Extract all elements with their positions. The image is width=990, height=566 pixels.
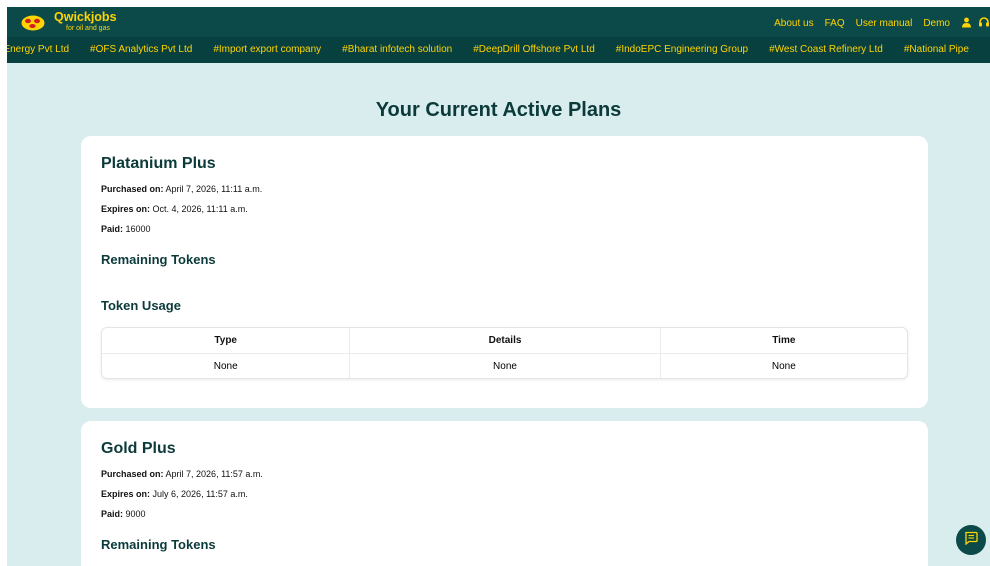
ticker-item[interactable]: #OFS Analytics Pvt Ltd	[90, 44, 192, 55]
ticker-item[interactable]: #West Coast Refinery Ltd	[769, 44, 883, 55]
purchased-value: April 7, 2026, 11:57 a.m.	[165, 469, 263, 479]
paid-row: Paid: 16000	[101, 224, 908, 234]
token-usage-table: Type Details Time None None None	[101, 327, 908, 379]
ticker-item[interactable]: #National Pipe	[904, 44, 969, 55]
expires-row: Expires on: Oct. 4, 2026, 11:11 a.m.	[101, 204, 908, 214]
chat-button[interactable]	[956, 525, 986, 555]
expires-label: Expires on:	[101, 489, 151, 499]
purchased-label: Purchased on:	[101, 469, 164, 479]
logo-tagline: for oil and gas	[66, 24, 110, 32]
page-title: Your Current Active Plans	[375, 99, 622, 121]
nav-faq[interactable]: FAQ	[825, 18, 845, 29]
nav-about-us[interactable]: About us	[774, 18, 813, 29]
token-usage-heading: Token Usage	[101, 298, 181, 313]
purchased-label: Purchased on:	[101, 184, 164, 194]
user-icon[interactable]	[961, 17, 972, 31]
page: Qwickjobs for oil and gas About us FAQ U…	[7, 7, 990, 566]
top-navbar: Qwickjobs for oil and gas About us FAQ U…	[7, 7, 990, 37]
purchased-value: April 7, 2026, 11:11 a.m.	[165, 184, 263, 194]
top-nav: About us FAQ User manual Demo	[774, 16, 990, 31]
expires-value: Oct. 4, 2026, 11:11 a.m.	[152, 204, 248, 214]
paid-value: 16000	[125, 224, 151, 234]
logo[interactable]: Qwickjobs for oil and gas	[21, 11, 117, 32]
remaining-tokens-heading: Remaining Tokens	[101, 252, 216, 267]
column-header-details: Details	[349, 328, 659, 353]
column-header-type: Type	[214, 335, 237, 346]
column-header-time: Time	[659, 328, 907, 353]
plan-name: Gold Plus	[101, 440, 176, 457]
plan-name: Platanium Plus	[101, 155, 216, 172]
remaining-tokens-heading: Remaining Tokens	[101, 537, 216, 552]
ticker-item[interactable]: ill Energy Pvt Ltd	[7, 44, 69, 55]
table-cell-type: None	[213, 360, 238, 372]
table-row: None None None	[102, 353, 907, 378]
chat-icon	[964, 531, 978, 550]
purchased-row: Purchased on: April 7, 2026, 11:11 a.m.	[101, 184, 908, 194]
paid-label: Paid:	[101, 509, 124, 519]
paid-value: 9000	[125, 509, 146, 519]
expires-row: Expires on: July 6, 2026, 11:57 a.m.	[101, 489, 908, 499]
company-ticker: ill Energy Pvt Ltd #OFS Analytics Pvt Lt…	[7, 37, 990, 63]
expires-value: July 6, 2026, 11:57 a.m.	[152, 489, 248, 499]
headset-icon[interactable]	[978, 16, 990, 31]
paid-row: Paid: 9000	[101, 509, 908, 519]
ticker-item[interactable]: #IndoEPC Engineering Group	[616, 44, 748, 55]
purchased-row: Purchased on: April 7, 2026, 11:57 a.m.	[101, 469, 908, 479]
plan-card: Platanium Plus Purchased on: April 7, 20…	[81, 136, 928, 408]
logo-icon	[21, 15, 45, 31]
ticker-item[interactable]: #DeepDrill Offshore Pvt Ltd	[473, 44, 595, 55]
plan-card: Gold Plus Purchased on: April 7, 2026, 1…	[81, 421, 928, 566]
nav-demo[interactable]: Demo	[923, 18, 950, 29]
table-cell-details: None	[349, 354, 659, 378]
expires-label: Expires on:	[101, 204, 151, 214]
ticker-item[interactable]: #Import export company	[213, 44, 321, 55]
logo-name: Qwickjobs	[54, 10, 117, 24]
ticker-item[interactable]: #Bharat infotech solution	[342, 44, 452, 55]
table-header-row: Type Details Time	[102, 328, 907, 353]
paid-label: Paid:	[101, 224, 124, 234]
nav-user-manual[interactable]: User manual	[856, 18, 913, 29]
table-cell-time: None	[659, 354, 907, 378]
